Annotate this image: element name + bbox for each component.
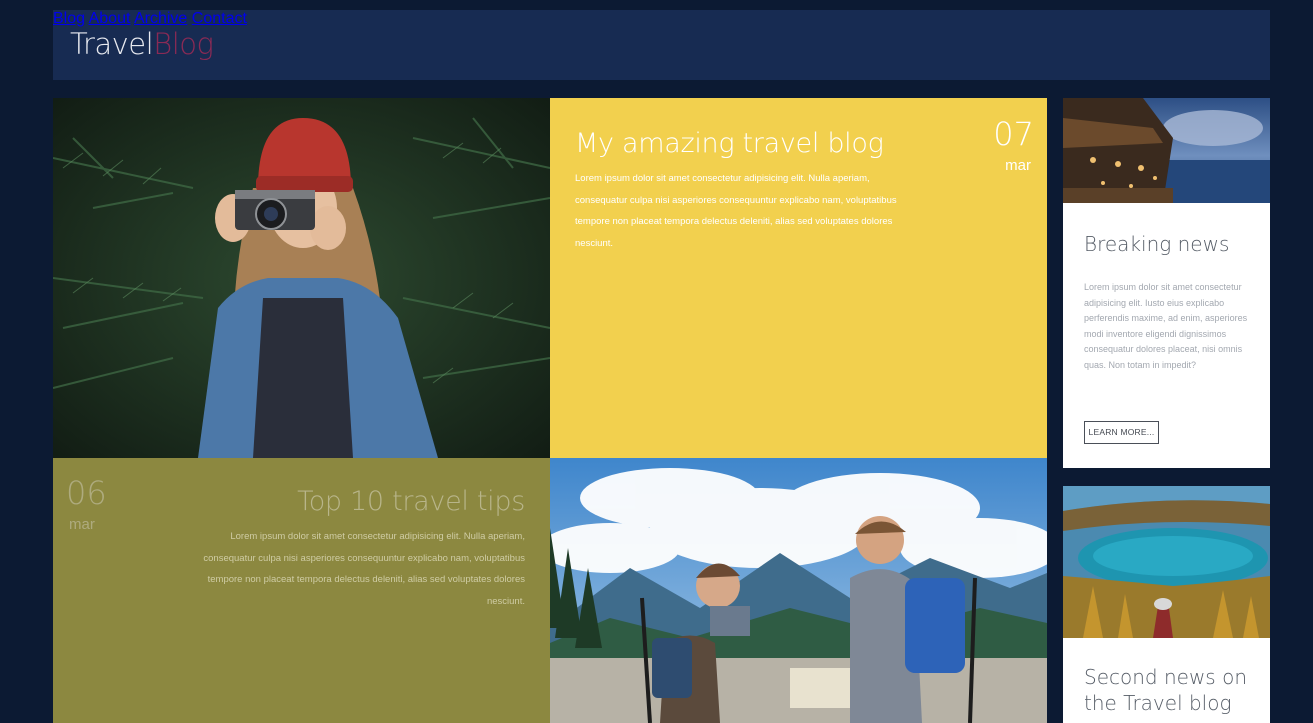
news-title[interactable]: Second news on the Travel blog	[1084, 664, 1264, 716]
post-card-tips[interactable]: 06 mar Top 10 travel tips Lorem ipsum do…	[53, 458, 550, 723]
nav-link-blog[interactable]: Blog	[53, 10, 85, 27]
post-date-month: mar	[69, 516, 95, 533]
post-date-day: 07	[993, 115, 1034, 153]
post-date-month: mar	[1005, 157, 1031, 174]
logo-text-blog: Blog	[153, 27, 214, 61]
news-image-resort-dusk	[1063, 98, 1270, 203]
post-title[interactable]: My amazing travel blog	[575, 128, 884, 159]
news-title[interactable]: Breaking news	[1084, 231, 1229, 257]
nav-link-archive[interactable]: Archive	[134, 10, 187, 27]
site-logo[interactable]: TravelBlog	[70, 27, 214, 61]
nav-link-about[interactable]: About	[89, 10, 131, 27]
photo-woman-with-camera	[53, 98, 550, 458]
post-excerpt: Lorem ipsum dolor sit amet consectetur a…	[203, 531, 525, 607]
photo-hikers-mountains	[550, 458, 1047, 723]
page: TravelBlog Blog About Archive Contact My…	[53, 10, 1270, 723]
logo-text-travel: Travel	[70, 27, 154, 61]
learn-more-button[interactable]: LEARN MORE...	[1084, 421, 1159, 444]
news-image-lake	[1063, 486, 1270, 638]
news-excerpt: Lorem ipsum dolor sit amet consectetur a…	[1084, 282, 1248, 370]
post-excerpt: Lorem ipsum dolor sit amet consectetur a…	[575, 173, 897, 249]
site-header: TravelBlog Blog About Archive Contact	[53, 10, 1270, 80]
news-card-second: Second news on the Travel blog	[1063, 486, 1270, 723]
post-title[interactable]: Top 10 travel tips	[297, 486, 525, 517]
post-card-featured[interactable]: My amazing travel blog 07 mar Lorem ipsu…	[550, 98, 1047, 458]
nav-link-contact[interactable]: Contact	[192, 10, 247, 27]
news-card-breaking: Breaking news Lorem ipsum dolor sit amet…	[1063, 98, 1270, 468]
post-date-day: 06	[66, 474, 107, 512]
